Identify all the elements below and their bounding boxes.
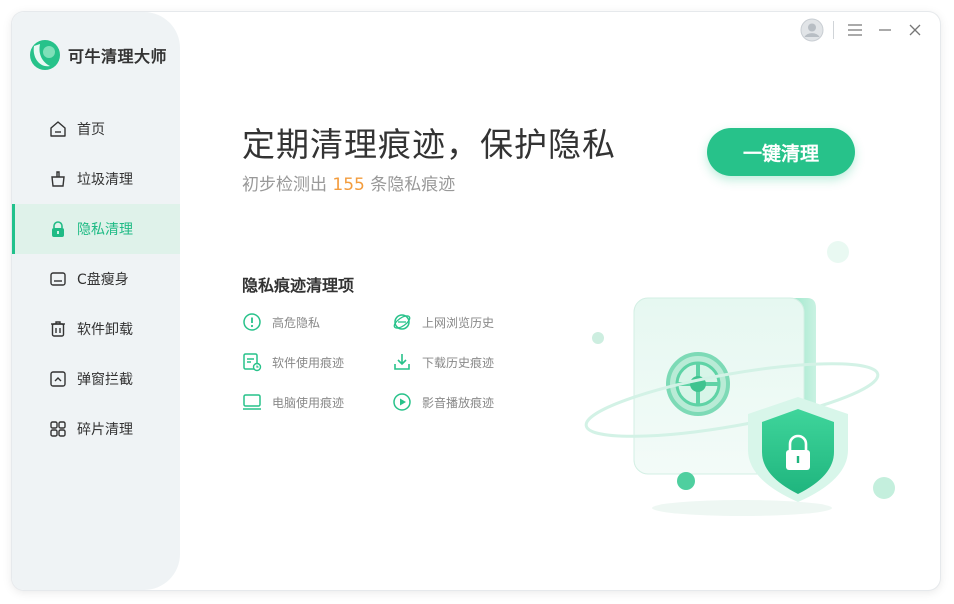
sidebar-nav: 首页 垃圾清理 隐私清理 C盘瘦身 软件卸载 弹窗拦截 碎片清理 [12, 104, 180, 454]
grid-icon [48, 419, 68, 439]
sidebar-item-label: C盘瘦身 [77, 272, 129, 288]
sidebar-item-label: 隐私清理 [77, 222, 133, 238]
home-icon [48, 119, 68, 139]
sidebar-item-home[interactable]: 首页 [12, 104, 180, 154]
sidebar-item-label: 软件卸载 [77, 322, 133, 338]
sidebar-item-label: 碎片清理 [77, 422, 133, 438]
safe-illustration [584, 241, 895, 516]
privacy-item-label: 高危隐私 [272, 315, 321, 330]
sidebar-item-c-drive[interactable]: C盘瘦身 [12, 254, 180, 304]
sidebar-item-uninstall[interactable]: 软件卸载 [12, 304, 180, 354]
sidebar-item-fragment-clean[interactable]: 碎片清理 [12, 404, 180, 454]
privacy-item-media-playback: 影音播放痕迹 [392, 392, 494, 412]
section-title: 隐私痕迹清理项 [242, 276, 355, 295]
divider [833, 21, 834, 39]
warning-icon [242, 312, 262, 332]
close-icon [909, 24, 921, 36]
disk-icon [48, 269, 68, 289]
page-title: 定期清理痕迹，保护隐私 [242, 125, 616, 164]
browser-icon [392, 312, 412, 332]
privacy-item-label: 下载历史痕迹 [422, 355, 495, 370]
title-bar-controls [797, 18, 930, 42]
avatar-icon [800, 18, 824, 42]
minimize-button[interactable] [870, 18, 900, 42]
sidebar-item-trash-clean[interactable]: 垃圾清理 [12, 154, 180, 204]
summary-suffix: 条隐私痕迹 [364, 175, 456, 195]
app-logo: 可牛清理大师 [28, 38, 167, 72]
privacy-item-label: 电脑使用痕迹 [272, 395, 345, 410]
lock-icon [48, 219, 68, 239]
close-button[interactable] [900, 18, 930, 42]
privacy-item-high-risk: 高危隐私 [242, 312, 320, 332]
one-click-clean-button[interactable]: 一键清理 [707, 128, 855, 176]
play-icon [392, 392, 412, 412]
summary-prefix: 初步检测出 [242, 175, 333, 195]
privacy-item-download-history: 下载历史痕迹 [392, 352, 494, 372]
privacy-item-label: 软件使用痕迹 [272, 355, 345, 370]
minimize-icon [879, 29, 891, 31]
computer-icon [242, 392, 262, 412]
menu-button[interactable] [840, 18, 870, 42]
logo-icon [30, 40, 60, 70]
detection-summary: 初步检测出 155 条隐私痕迹 [242, 170, 455, 195]
privacy-item-label: 影音播放痕迹 [422, 395, 495, 410]
privacy-item-software-trace: 软件使用痕迹 [242, 352, 344, 372]
user-avatar[interactable] [797, 18, 827, 42]
trace-count: 155 [332, 175, 365, 195]
sidebar-item-label: 首页 [77, 122, 105, 138]
trash-clean-icon [48, 169, 68, 189]
sidebar-item-privacy-clean[interactable]: 隐私清理 [12, 204, 180, 254]
privacy-item-computer-trace: 电脑使用痕迹 [242, 392, 344, 412]
sidebar-item-label: 弹窗拦截 [77, 372, 133, 388]
privacy-item-label: 上网浏览历史 [422, 315, 495, 330]
menu-icon [848, 24, 862, 36]
sidebar-item-label: 垃圾清理 [77, 172, 133, 188]
download-icon [392, 352, 412, 372]
app-window: 可牛清理大师 首页 垃圾清理 隐私清理 C盘瘦身 软件卸载 弹窗拦截 碎片清理 … [12, 12, 940, 590]
software-trace-icon [242, 352, 262, 372]
popup-block-icon [48, 369, 68, 389]
sidebar-item-popup-block[interactable]: 弹窗拦截 [12, 354, 180, 404]
privacy-item-browser-history: 上网浏览历史 [392, 312, 494, 332]
uninstall-icon [48, 319, 68, 339]
sidebar: 可牛清理大师 首页 垃圾清理 隐私清理 C盘瘦身 软件卸载 弹窗拦截 碎片清理 [12, 12, 180, 590]
app-name: 可牛清理大师 [68, 47, 168, 66]
